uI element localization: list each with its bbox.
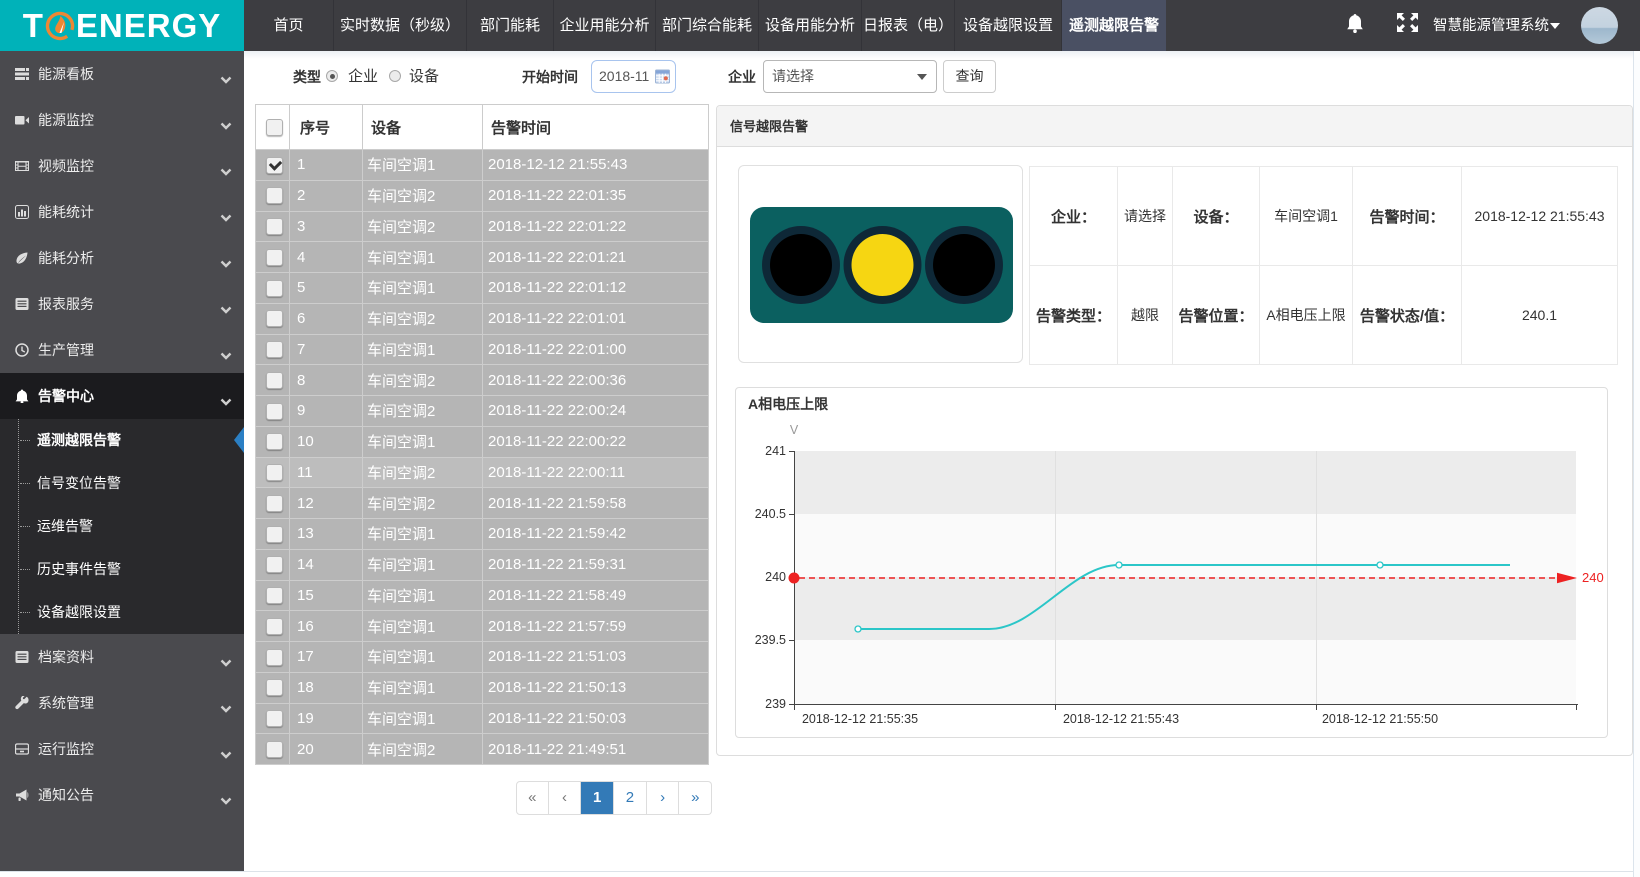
- svg-text:240: 240: [765, 570, 786, 584]
- svg-text:2018-12-12 21:55:50: 2018-12-12 21:55:50: [1322, 712, 1438, 726]
- svg-text:240.5: 240.5: [755, 507, 786, 521]
- svg-text:2018-12-12 21:55:43: 2018-12-12 21:55:43: [1063, 712, 1179, 726]
- svg-text:V: V: [790, 423, 799, 437]
- svg-text:239.5: 239.5: [755, 633, 786, 647]
- svg-text:239: 239: [765, 697, 786, 711]
- svg-text:241: 241: [765, 444, 786, 458]
- svg-text:2018-12-12 21:55:35: 2018-12-12 21:55:35: [802, 712, 918, 726]
- svg-text:240: 240: [1582, 570, 1604, 585]
